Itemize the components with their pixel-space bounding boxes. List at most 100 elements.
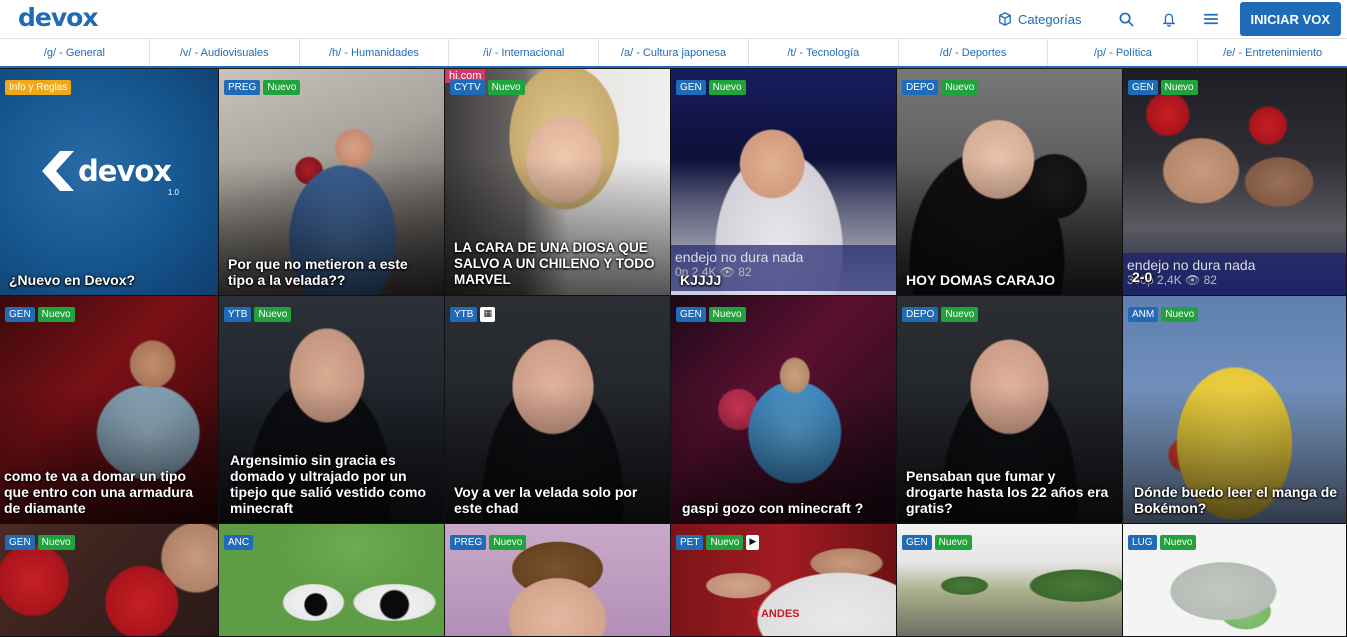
new-badge: Nuevo bbox=[941, 307, 979, 322]
category-link[interactable]: /g/ - General bbox=[0, 39, 150, 66]
new-badge: Nuevo bbox=[1161, 307, 1199, 322]
badge-group: YTB Nuevo bbox=[224, 307, 292, 322]
category-badge: YTB bbox=[450, 307, 478, 322]
category-badge: GEN bbox=[1128, 80, 1158, 95]
category-link[interactable]: /h/ - Humanidades bbox=[300, 39, 450, 66]
grid-icon: ▦ bbox=[480, 307, 495, 322]
badge-group: Info y Reglas bbox=[5, 80, 72, 95]
thread-title: Por que no metieron a este tipo a la vel… bbox=[228, 256, 408, 288]
notifications-button[interactable] bbox=[1161, 11, 1177, 27]
badge-group: PET Nuevo ▶ bbox=[676, 535, 760, 550]
category-badge: PREG bbox=[450, 535, 487, 550]
thread-title: gaspi gozo con minecraft ? bbox=[682, 500, 864, 516]
thread-tile[interactable]: devox 1.0 Info y Reglas ¿Nuevo en Devox? bbox=[0, 69, 219, 296]
category-link[interactable]: /e/ - Entretenimiento bbox=[1198, 39, 1347, 66]
category-link[interactable]: /p/ - Política bbox=[1048, 39, 1199, 66]
nav-actions: Categorías INICIAR VOX bbox=[998, 0, 1341, 38]
new-badge: Nuevo bbox=[1160, 80, 1198, 95]
new-badge: Nuevo bbox=[489, 535, 527, 550]
thread-tile[interactable]: YTB Nuevo Argensimio sin gracia es domad… bbox=[219, 296, 445, 524]
badge-group: GEN Nuevo bbox=[676, 80, 746, 95]
category-badge: Info y Reglas bbox=[5, 80, 72, 95]
category-badge: ANC bbox=[224, 535, 254, 550]
video-overlay-text: endejo no dura nada bbox=[675, 249, 804, 265]
category-badge: LUG bbox=[1128, 535, 1157, 550]
thread-title: LA CARA DE UNA DIOSA QUE SALVO A UN CHIL… bbox=[454, 240, 655, 287]
youtube-icon: ▶ bbox=[746, 535, 760, 550]
badge-group: GEN Nuevo bbox=[5, 307, 75, 322]
categories-label: Categorías bbox=[1017, 11, 1082, 27]
thread-tile[interactable]: ANM Nuevo Dónde buedo leer el manga de B… bbox=[1123, 296, 1347, 524]
thread-title: HOY DOMAS CARAJO bbox=[906, 272, 1056, 288]
devox-logo: devox 1.0 bbox=[42, 151, 179, 197]
devox-logo-version: 1.0 bbox=[167, 188, 179, 197]
new-badge: Nuevo bbox=[941, 80, 979, 95]
new-badge: Nuevo bbox=[254, 307, 292, 322]
thread-tile[interactable]: GEN Nuevo bbox=[0, 524, 219, 637]
top-navbar: devox Categorías INICIAR VOX bbox=[0, 0, 1347, 38]
category-link[interactable]: /v/ - Audiovisuales bbox=[150, 39, 300, 66]
thread-tile[interactable]: PREG Nuevo Por que no metieron a este ti… bbox=[219, 69, 445, 296]
cube-icon bbox=[999, 12, 1011, 26]
new-badge: Nuevo bbox=[263, 80, 301, 95]
category-link[interactable]: /d/ - Deportes bbox=[899, 39, 1049, 66]
thread-tile[interactable]: GEN Nuevo como te va a domar un tipo que… bbox=[0, 296, 219, 524]
category-badge: ANM bbox=[1128, 307, 1159, 322]
thread-title: Pensaban que fumar y drogarte hasta los … bbox=[906, 468, 1109, 516]
thread-tile[interactable]: ANC bbox=[219, 524, 445, 637]
shirt-text: S ANDES bbox=[751, 608, 800, 620]
badge-group: GEN Nuevo bbox=[5, 535, 75, 550]
category-link[interactable]: /a/ - Cultura japonesa bbox=[599, 39, 749, 66]
category-link[interactable]: /t/ - Tecnología bbox=[749, 39, 899, 66]
badge-group: GEN Nuevo bbox=[676, 307, 746, 322]
badge-group: LUG Nuevo bbox=[1128, 535, 1197, 550]
thread-title: Argensimio sin gracia es domado y ultraj… bbox=[230, 452, 427, 516]
badge-group: CYTV Nuevo bbox=[450, 80, 525, 95]
badge-group: GEN Nuevo bbox=[902, 535, 972, 550]
thread-tile[interactable]: endejo no dura nada 360p 2,4K 👁 82 GEN N… bbox=[1123, 69, 1347, 296]
menu-icon bbox=[1203, 13, 1218, 25]
thread-tile[interactable]: DEPO Nuevo Pensaban que fumar y drogarte… bbox=[897, 296, 1123, 524]
badge-group: ANM Nuevo bbox=[1128, 307, 1199, 322]
category-badge: PET bbox=[676, 535, 704, 550]
search-icon bbox=[1119, 12, 1134, 27]
badge-group: PREG Nuevo bbox=[450, 535, 527, 550]
category-badge: GEN bbox=[5, 307, 35, 322]
category-link[interactable]: /i/ - Internacional bbox=[449, 39, 600, 66]
thread-title: KJJJJ bbox=[680, 272, 722, 288]
thread-tile[interactable]: DEPO Nuevo HOY DOMAS CARAJO bbox=[897, 69, 1123, 296]
thread-tile[interactable]: GEN Nuevo gaspi gozo con minecraft ? bbox=[671, 296, 897, 524]
start-vox-button[interactable]: INICIAR VOX bbox=[1239, 2, 1341, 36]
devox-logo-word: devox bbox=[78, 154, 172, 188]
new-badge: Nuevo bbox=[934, 535, 972, 550]
thread-title: ¿Nuevo en Devox? bbox=[9, 272, 136, 288]
new-badge: Nuevo bbox=[1159, 535, 1197, 550]
search-button[interactable] bbox=[1119, 11, 1135, 27]
thread-title: Dónde buedo leer el manga de Bokémon? bbox=[1134, 484, 1338, 516]
thread-tile[interactable]: endejo no dura nada 0p 2,4K 👁 82 GEN Nue… bbox=[671, 69, 897, 296]
thread-grid: devox 1.0 Info y Reglas ¿Nuevo en Devox?… bbox=[0, 69, 1347, 637]
site-logo[interactable]: devox bbox=[18, 3, 98, 32]
category-badge: GEN bbox=[5, 535, 35, 550]
thread-tile[interactable]: hi.com CYTV Nuevo LA CARA DE UNA DIOSA Q… bbox=[445, 69, 671, 296]
menu-button[interactable] bbox=[1203, 11, 1219, 27]
thread-title: 2-0 bbox=[1132, 269, 1153, 285]
categories-link[interactable]: Categorías bbox=[998, 12, 1082, 27]
bell-icon bbox=[1162, 13, 1175, 27]
thread-tile[interactable]: S ANDES PET Nuevo ▶ bbox=[671, 524, 897, 637]
thread-tile[interactable]: LUG Nuevo bbox=[1123, 524, 1347, 637]
badge-group: DEPO Nuevo bbox=[902, 307, 979, 322]
new-badge: Nuevo bbox=[37, 535, 75, 550]
badge-group: GEN Nuevo bbox=[1128, 80, 1198, 95]
category-badge: GEN bbox=[676, 80, 706, 95]
category-badge: GEN bbox=[902, 535, 932, 550]
thread-tile[interactable]: GEN Nuevo bbox=[897, 524, 1123, 637]
category-badge: GEN bbox=[676, 307, 706, 322]
category-badge: YTB bbox=[224, 307, 252, 322]
thread-tile[interactable]: YTB ▦ Voy a ver la velada solo por este … bbox=[445, 296, 671, 524]
category-bar: /g/ - General /v/ - Audiovisuales /h/ - … bbox=[0, 38, 1347, 68]
thread-title: como te va a domar un tipo que entro con… bbox=[4, 468, 194, 516]
category-badge: DEPO bbox=[902, 307, 939, 322]
badge-group: PREG Nuevo bbox=[224, 80, 301, 95]
thread-tile[interactable]: PREG Nuevo bbox=[445, 524, 671, 637]
